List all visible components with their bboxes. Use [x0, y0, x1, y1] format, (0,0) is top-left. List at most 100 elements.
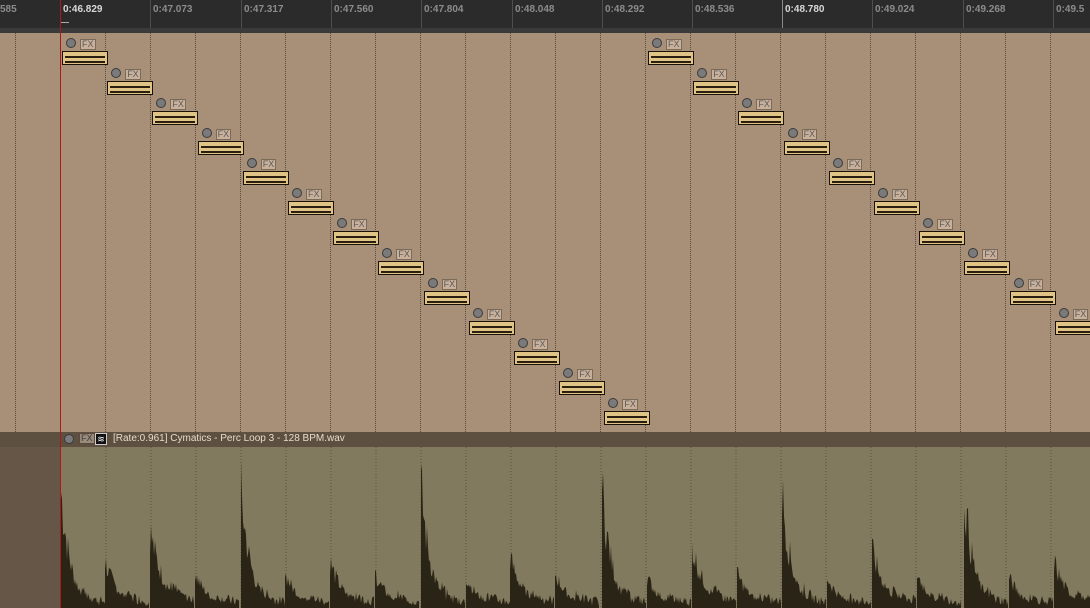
- volume-knob-icon[interactable]: [201, 128, 212, 138]
- fx-button[interactable]: FX: [1072, 309, 1089, 320]
- fx-button[interactable]: FX: [260, 159, 277, 170]
- volume-knob-icon[interactable]: [156, 98, 167, 108]
- midi-item[interactable]: FX: [648, 38, 694, 65]
- fx-button[interactable]: FX: [846, 159, 863, 170]
- volume-knob-icon[interactable]: [787, 128, 798, 138]
- volume-knob-icon[interactable]: [742, 98, 753, 108]
- midi-item[interactable]: FX: [693, 68, 740, 95]
- fx-button[interactable]: FX: [937, 219, 953, 230]
- midi-item-body[interactable]: [1009, 291, 1056, 305]
- volume-knob-icon[interactable]: [608, 398, 619, 408]
- volume-knob-icon[interactable]: [472, 308, 483, 318]
- midi-item-body[interactable]: [378, 261, 425, 275]
- midi-item-body[interactable]: [604, 411, 651, 425]
- volume-knob-icon[interactable]: [66, 38, 76, 48]
- midi-item[interactable]: FX: [197, 128, 244, 155]
- midi-item-body[interactable]: [423, 291, 470, 305]
- midi-item-body[interactable]: [333, 231, 380, 245]
- volume-knob-icon[interactable]: [382, 248, 393, 258]
- midi-item[interactable]: FX: [1009, 278, 1056, 305]
- midi-item-body[interactable]: [693, 81, 740, 95]
- fx-button[interactable]: FX: [351, 219, 367, 230]
- volume-knob-icon[interactable]: [518, 338, 528, 348]
- fx-button[interactable]: FX: [892, 189, 908, 200]
- midi-item-body[interactable]: [107, 81, 154, 95]
- midi-item[interactable]: FX: [378, 248, 425, 275]
- midi-item[interactable]: FX: [919, 218, 966, 245]
- edit-cursor-marker: [61, 22, 69, 29]
- fx-button[interactable]: FX: [577, 369, 593, 380]
- midi-item-body[interactable]: [197, 141, 244, 155]
- timeline-ruler[interactable]: 585 0:46.829 0:47.073 0:47.317 0:47.560 0:47.…: [0, 0, 1090, 28]
- midi-item-body[interactable]: [648, 51, 694, 65]
- midi-item[interactable]: FX: [107, 68, 154, 95]
- fx-button[interactable]: FX: [125, 69, 141, 80]
- midi-item[interactable]: FX: [62, 38, 108, 65]
- midi-item[interactable]: FX: [874, 188, 920, 215]
- midi-item-body[interactable]: [152, 111, 199, 125]
- midi-item-body[interactable]: [62, 51, 108, 65]
- midi-item[interactable]: FX: [514, 338, 560, 365]
- midi-item-body[interactable]: [1054, 321, 1090, 335]
- midi-item-body[interactable]: [468, 321, 515, 335]
- volume-knob-icon[interactable]: [652, 38, 662, 48]
- fx-button[interactable]: FX: [396, 249, 412, 260]
- fx-button[interactable]: FX: [801, 129, 818, 140]
- volume-knob-icon[interactable]: [246, 158, 257, 168]
- volume-knob-icon[interactable]: [563, 368, 574, 378]
- midi-item-body[interactable]: [514, 351, 560, 365]
- midi-item[interactable]: FX: [1054, 308, 1090, 335]
- fx-button[interactable]: FX: [306, 189, 322, 200]
- fx-button[interactable]: FX: [622, 399, 638, 410]
- fx-button[interactable]: FX: [982, 249, 998, 260]
- volume-knob-icon[interactable]: [111, 68, 122, 78]
- fx-button[interactable]: FX: [215, 129, 232, 140]
- midi-item[interactable]: FX: [152, 98, 199, 125]
- fx-button[interactable]: FX: [1027, 279, 1044, 290]
- fx-button[interactable]: FX: [756, 99, 772, 110]
- fx-button[interactable]: FX: [486, 309, 503, 320]
- midi-item-body[interactable]: [288, 201, 334, 215]
- midi-item[interactable]: FX: [964, 248, 1011, 275]
- midi-item-body[interactable]: [242, 171, 289, 185]
- midi-item[interactable]: FX: [604, 398, 651, 425]
- grid-line: [285, 33, 286, 432]
- midi-item[interactable]: FX: [783, 128, 830, 155]
- midi-item[interactable]: FX: [738, 98, 785, 125]
- midi-item-body[interactable]: [874, 201, 920, 215]
- midi-item[interactable]: FX: [828, 158, 875, 185]
- volume-knob-icon[interactable]: [832, 158, 843, 168]
- midi-item[interactable]: FX: [288, 188, 334, 215]
- midi-track-lane[interactable]: FX FX FX FX FX FX FX FX FX FX FX FX FX FX FX FX FX FX FX FX…: [0, 33, 1090, 432]
- volume-knob-icon[interactable]: [427, 278, 438, 288]
- fx-button[interactable]: FX: [711, 69, 727, 80]
- midi-item[interactable]: FX: [333, 218, 380, 245]
- audio-item-fx-button[interactable]: FX: [79, 433, 95, 444]
- fx-button[interactable]: FX: [80, 39, 96, 50]
- midi-item-body[interactable]: [738, 111, 785, 125]
- volume-knob-icon[interactable]: [697, 68, 708, 78]
- fx-button[interactable]: FX: [441, 279, 458, 290]
- midi-item-body[interactable]: [559, 381, 606, 395]
- volume-knob-icon[interactable]: [337, 218, 348, 228]
- playhead-cursor[interactable]: [60, 0, 61, 608]
- midi-item[interactable]: FX: [559, 368, 606, 395]
- fx-button[interactable]: FX: [666, 39, 682, 50]
- fx-button[interactable]: FX: [170, 99, 186, 110]
- volume-knob-icon[interactable]: [968, 248, 979, 258]
- volume-knob-icon[interactable]: [1013, 278, 1024, 288]
- midi-item[interactable]: FX: [468, 308, 515, 335]
- midi-item-body[interactable]: [828, 171, 875, 185]
- fx-button[interactable]: FX: [532, 339, 548, 350]
- midi-item-body[interactable]: [783, 141, 830, 155]
- midi-item-body[interactable]: [919, 231, 966, 245]
- volume-knob-icon[interactable]: [923, 218, 934, 228]
- envelope-icon[interactable]: ≋: [95, 433, 107, 445]
- volume-knob-icon[interactable]: [292, 188, 302, 198]
- audio-item-volume-knob-icon[interactable]: [64, 434, 74, 444]
- midi-item[interactable]: FX: [423, 278, 470, 305]
- volume-knob-icon[interactable]: [1058, 308, 1069, 318]
- midi-item[interactable]: FX: [242, 158, 289, 185]
- midi-item-body[interactable]: [964, 261, 1011, 275]
- volume-knob-icon[interactable]: [878, 188, 888, 198]
